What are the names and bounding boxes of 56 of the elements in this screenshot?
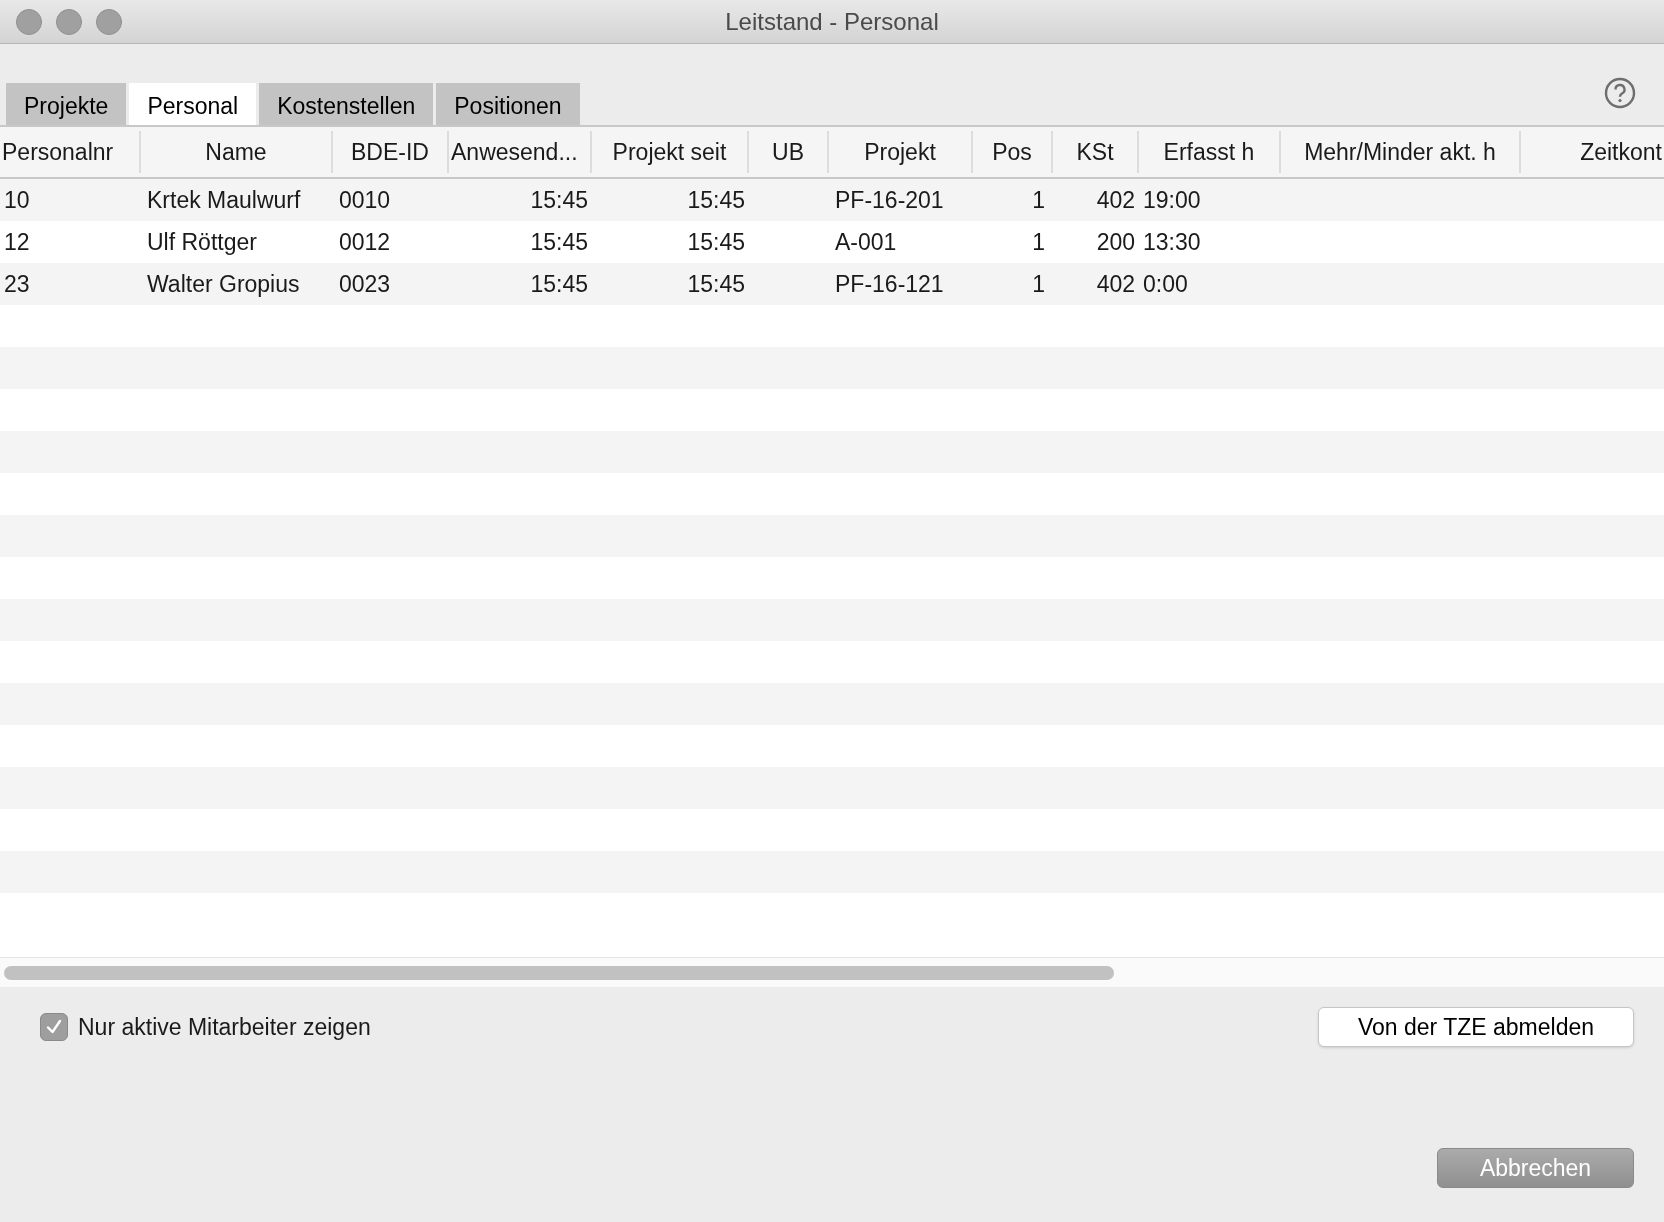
table-row[interactable]: 10 Krtek Maulwurf 0010 15:45 15:45 PF-16-201 1 402 19:00: [0, 179, 1664, 221]
column-header[interactable]: UB: [770, 134, 806, 170]
table-cell: 23: [4, 270, 30, 297]
table-row[interactable]: 23 Walter Gropius 0023 15:45 15:45 PF-16-121 1 402 0:00: [0, 263, 1664, 305]
table-cell: PF-16-121: [835, 270, 944, 297]
table-cell: 0010: [339, 186, 391, 213]
help-icon[interactable]: [1604, 77, 1636, 109]
close-button[interactable]: [16, 8, 42, 35]
table-cell: 10: [4, 186, 30, 213]
column-header[interactable]: Pos: [990, 134, 1034, 170]
tab[interactable]: Personal: [129, 83, 257, 125]
column-header[interactable]: Erfasst h: [1161, 134, 1257, 170]
table-cell: PF-16-201: [835, 186, 944, 213]
horizontal-scrollbar[interactable]: [0, 957, 1664, 987]
table-cell: 15:45: [687, 270, 745, 297]
table-cell: 0:00: [1143, 270, 1188, 297]
column-header[interactable]: Projekt: [862, 134, 938, 170]
column-header[interactable]: Mehr/Minder akt. h: [1302, 134, 1498, 170]
table-cell: 13:30: [1143, 228, 1201, 255]
minimize-button[interactable]: [56, 8, 82, 35]
table-cell: Walter Gropius: [147, 270, 300, 297]
table-cell: 15:45: [530, 228, 588, 255]
table-cell: 15:45: [530, 186, 588, 213]
checkbox[interactable]: [40, 1013, 68, 1041]
tab[interactable]: Positionen: [436, 83, 580, 125]
column-header[interactable]: Anwesend...: [449, 134, 580, 170]
checkbox-label[interactable]: Nur aktive Mitarbeiter zeigen: [78, 1009, 371, 1045]
table-cell: Krtek Maulwurf: [147, 186, 301, 213]
table-cell: 0012: [339, 228, 391, 255]
table-cell: 402: [1096, 270, 1135, 297]
table-cell: 0023: [339, 270, 391, 297]
column-header[interactable]: BDE-ID: [349, 134, 431, 170]
table-cell: 15:45: [687, 228, 745, 255]
column-header[interactable]: Projekt seit: [610, 134, 729, 170]
column-header[interactable]: KSt: [1074, 134, 1116, 170]
window-title: Leitstand - Personal: [725, 6, 939, 37]
table-cell: Ulf Röttger: [147, 228, 257, 255]
tab[interactable]: Projekte: [6, 83, 127, 125]
table-cell: 1: [1032, 186, 1045, 213]
table-cell: 1: [1032, 270, 1045, 297]
table-cell: A-001: [835, 228, 897, 255]
tab[interactable]: Kostenstellen: [259, 83, 434, 125]
checkmark-icon: [45, 1018, 63, 1036]
table-cell: 15:45: [687, 186, 745, 213]
column-header[interactable]: Name: [203, 134, 269, 170]
table-cell: 1: [1032, 228, 1045, 255]
table-cell: 12: [4, 228, 30, 255]
table-cell: 15:45: [530, 270, 588, 297]
column-header[interactable]: Personalnr: [0, 134, 116, 170]
table-cell: 402: [1096, 186, 1135, 213]
logout-button[interactable]: Von der TZE abmelden: [1318, 1007, 1634, 1047]
table-cell: 19:00: [1143, 186, 1201, 213]
table-cell: 200: [1096, 228, 1135, 255]
scrollbar-thumb[interactable]: [4, 965, 1114, 980]
column-header[interactable]: Zeitkont: [1578, 134, 1664, 170]
zoom-button[interactable]: [96, 8, 122, 35]
